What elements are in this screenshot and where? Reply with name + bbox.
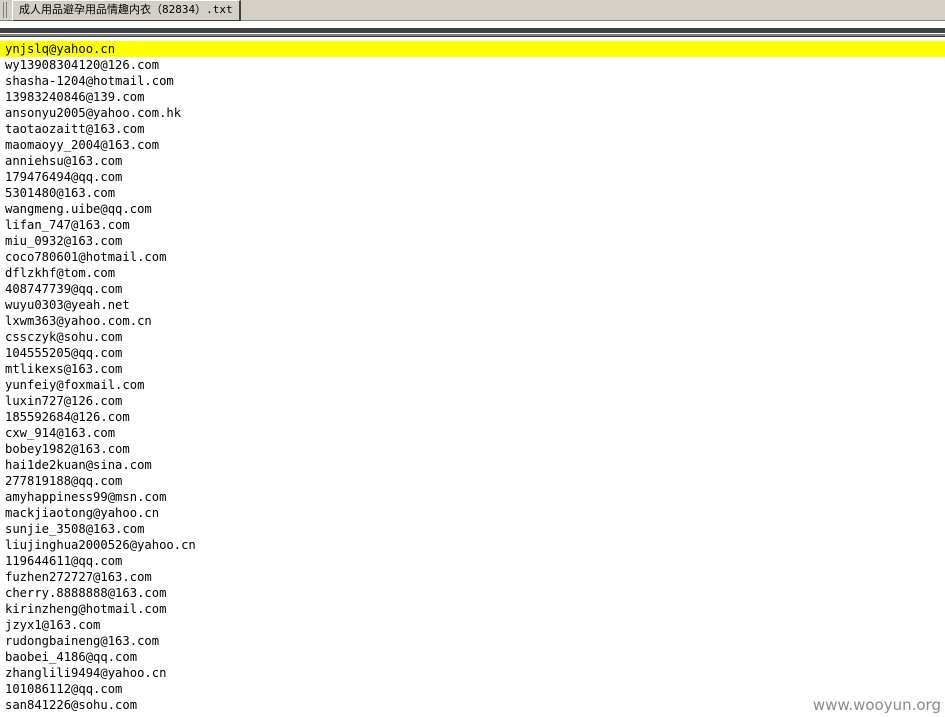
text-line[interactable]: 13983240846@139.com [0,89,945,105]
text-line[interactable]: 277819188@qq.com [0,473,945,489]
text-line[interactable]: mackjiaotong@yahoo.cn [0,505,945,521]
text-line[interactable]: luxin727@126.com [0,393,945,409]
watermark: www.wooyun.org [813,696,941,714]
text-line[interactable]: shasha-1204@hotmail.com [0,73,945,89]
text-line[interactable]: liujinghua2000526@yahoo.cn [0,537,945,553]
text-line[interactable]: 408747739@qq.com [0,281,945,297]
text-line[interactable]: zhanglili9494@yahoo.cn [0,665,945,681]
text-line[interactable]: cherry.8888888@163.com [0,585,945,601]
text-line[interactable]: maomaoyy_2004@163.com [0,137,945,153]
text-line[interactable]: jzyx1@163.com [0,617,945,633]
text-line[interactable]: baobei_4186@qq.com [0,649,945,665]
text-line[interactable]: sunjie_3508@163.com [0,521,945,537]
text-line[interactable]: san841226@sohu.com [0,697,945,713]
text-line[interactable]: bobey1982@163.com [0,441,945,457]
text-line[interactable]: mtlikexs@163.com [0,361,945,377]
tab-bar: 成人用品避孕用品情趣内衣（82834）.txt [0,0,945,21]
text-line[interactable]: 5301480@163.com [0,185,945,201]
text-line[interactable]: anniehsu@163.com [0,153,945,169]
grip-handle-icon[interactable] [3,2,9,18]
text-line[interactable]: wy13908304120@126.com [0,57,945,73]
text-line[interactable]: fuzhen272727@163.com [0,569,945,585]
text-editor[interactable]: ynjslq@yahoo.cnwy13908304120@126.comshas… [0,36,945,717]
text-line[interactable]: 101086112@qq.com [0,681,945,697]
text-line[interactable]: lifan_747@163.com [0,217,945,233]
text-line[interactable]: wangmeng.uibe@qq.com [0,201,945,217]
current-line[interactable]: ynjslq@yahoo.cn [0,41,945,57]
text-lines: ynjslq@yahoo.cnwy13908304120@126.comshas… [0,41,945,713]
text-line[interactable]: kirinzheng@hotmail.com [0,601,945,617]
text-line[interactable]: 179476494@qq.com [0,169,945,185]
text-line[interactable]: ansonyu2005@yahoo.com.hk [0,105,945,121]
text-line[interactable]: yunfeiy@foxmail.com [0,377,945,393]
text-line[interactable]: dflzkhf@tom.com [0,265,945,281]
text-line[interactable]: lxwm363@yahoo.com.cn [0,313,945,329]
text-line[interactable]: hai1de2kuan@sina.com [0,457,945,473]
editor-frame-top [0,28,945,33]
text-line[interactable]: cssczyk@sohu.com [0,329,945,345]
text-line[interactable]: 119644611@qq.com [0,553,945,569]
text-line[interactable]: cxw_914@163.com [0,425,945,441]
text-line[interactable]: taotaozaitt@163.com [0,121,945,137]
tab-file[interactable]: 成人用品避孕用品情趣内衣（82834）.txt [12,0,241,21]
text-line[interactable]: wuyu0303@yeah.net [0,297,945,313]
text-line[interactable]: coco780601@hotmail.com [0,249,945,265]
text-line[interactable]: miu_0932@163.com [0,233,945,249]
text-line[interactable]: 104555205@qq.com [0,345,945,361]
text-line[interactable]: rudongbaineng@163.com [0,633,945,649]
text-line[interactable]: amyhappiness99@msn.com [0,489,945,505]
text-line[interactable]: 185592684@126.com [0,409,945,425]
tab-file-label: 成人用品避孕用品情趣内衣（82834）.txt [19,3,233,16]
